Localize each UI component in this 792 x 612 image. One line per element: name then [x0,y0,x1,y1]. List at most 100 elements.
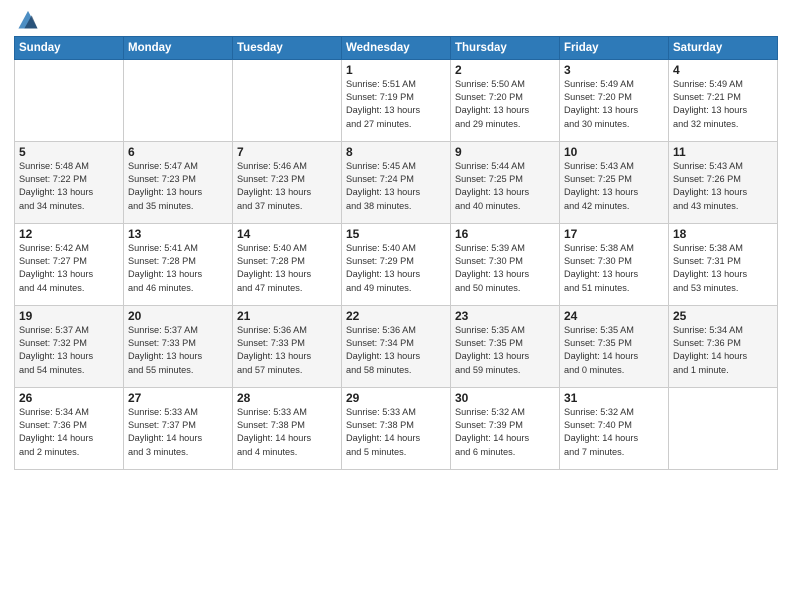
week-row-4: 19Sunrise: 5:37 AM Sunset: 7:32 PM Dayli… [15,305,778,387]
day-info: Sunrise: 5:46 AM Sunset: 7:23 PM Dayligh… [237,160,337,213]
day-number: 12 [19,227,119,241]
day-info: Sunrise: 5:38 AM Sunset: 7:31 PM Dayligh… [673,242,773,295]
day-info: Sunrise: 5:43 AM Sunset: 7:25 PM Dayligh… [564,160,664,213]
week-row-3: 12Sunrise: 5:42 AM Sunset: 7:27 PM Dayli… [15,223,778,305]
day-number: 15 [346,227,446,241]
day-info: Sunrise: 5:37 AM Sunset: 7:33 PM Dayligh… [128,324,228,377]
day-number: 6 [128,145,228,159]
calendar-cell: 20Sunrise: 5:37 AM Sunset: 7:33 PM Dayli… [124,305,233,387]
day-info: Sunrise: 5:47 AM Sunset: 7:23 PM Dayligh… [128,160,228,213]
day-info: Sunrise: 5:42 AM Sunset: 7:27 PM Dayligh… [19,242,119,295]
weekday-header-thursday: Thursday [451,36,560,59]
day-number: 10 [564,145,664,159]
calendar-cell: 19Sunrise: 5:37 AM Sunset: 7:32 PM Dayli… [15,305,124,387]
day-number: 7 [237,145,337,159]
day-number: 11 [673,145,773,159]
calendar-cell [669,387,778,469]
calendar-cell: 23Sunrise: 5:35 AM Sunset: 7:35 PM Dayli… [451,305,560,387]
day-number: 20 [128,309,228,323]
weekday-header-wednesday: Wednesday [342,36,451,59]
day-info: Sunrise: 5:36 AM Sunset: 7:34 PM Dayligh… [346,324,446,377]
day-info: Sunrise: 5:32 AM Sunset: 7:39 PM Dayligh… [455,406,555,459]
calendar-cell: 7Sunrise: 5:46 AM Sunset: 7:23 PM Daylig… [233,141,342,223]
day-number: 13 [128,227,228,241]
week-row-5: 26Sunrise: 5:34 AM Sunset: 7:36 PM Dayli… [15,387,778,469]
day-info: Sunrise: 5:35 AM Sunset: 7:35 PM Dayligh… [455,324,555,377]
calendar-cell: 1Sunrise: 5:51 AM Sunset: 7:19 PM Daylig… [342,59,451,141]
day-info: Sunrise: 5:34 AM Sunset: 7:36 PM Dayligh… [673,324,773,377]
day-number: 30 [455,391,555,405]
calendar-cell: 24Sunrise: 5:35 AM Sunset: 7:35 PM Dayli… [560,305,669,387]
calendar-cell: 27Sunrise: 5:33 AM Sunset: 7:37 PM Dayli… [124,387,233,469]
calendar-cell: 30Sunrise: 5:32 AM Sunset: 7:39 PM Dayli… [451,387,560,469]
calendar-cell: 25Sunrise: 5:34 AM Sunset: 7:36 PM Dayli… [669,305,778,387]
calendar-cell [233,59,342,141]
day-info: Sunrise: 5:34 AM Sunset: 7:36 PM Dayligh… [19,406,119,459]
day-info: Sunrise: 5:33 AM Sunset: 7:38 PM Dayligh… [237,406,337,459]
day-number: 27 [128,391,228,405]
main-container: SundayMondayTuesdayWednesdayThursdayFrid… [0,0,792,478]
day-number: 8 [346,145,446,159]
calendar-cell: 13Sunrise: 5:41 AM Sunset: 7:28 PM Dayli… [124,223,233,305]
weekday-header-monday: Monday [124,36,233,59]
day-info: Sunrise: 5:40 AM Sunset: 7:28 PM Dayligh… [237,242,337,295]
calendar-table: SundayMondayTuesdayWednesdayThursdayFrid… [14,36,778,470]
calendar-cell: 18Sunrise: 5:38 AM Sunset: 7:31 PM Dayli… [669,223,778,305]
week-row-2: 5Sunrise: 5:48 AM Sunset: 7:22 PM Daylig… [15,141,778,223]
calendar-cell: 3Sunrise: 5:49 AM Sunset: 7:20 PM Daylig… [560,59,669,141]
calendar-cell: 17Sunrise: 5:38 AM Sunset: 7:30 PM Dayli… [560,223,669,305]
calendar-cell: 8Sunrise: 5:45 AM Sunset: 7:24 PM Daylig… [342,141,451,223]
logo [14,14,39,34]
weekday-header-tuesday: Tuesday [233,36,342,59]
day-number: 25 [673,309,773,323]
day-info: Sunrise: 5:36 AM Sunset: 7:33 PM Dayligh… [237,324,337,377]
calendar-cell: 9Sunrise: 5:44 AM Sunset: 7:25 PM Daylig… [451,141,560,223]
day-number: 24 [564,309,664,323]
day-number: 4 [673,63,773,77]
day-number: 2 [455,63,555,77]
day-info: Sunrise: 5:35 AM Sunset: 7:35 PM Dayligh… [564,324,664,377]
calendar-cell: 31Sunrise: 5:32 AM Sunset: 7:40 PM Dayli… [560,387,669,469]
calendar-cell: 26Sunrise: 5:34 AM Sunset: 7:36 PM Dayli… [15,387,124,469]
day-number: 5 [19,145,119,159]
weekday-header-saturday: Saturday [669,36,778,59]
day-number: 16 [455,227,555,241]
day-info: Sunrise: 5:39 AM Sunset: 7:30 PM Dayligh… [455,242,555,295]
calendar-cell: 29Sunrise: 5:33 AM Sunset: 7:38 PM Dayli… [342,387,451,469]
calendar-cell: 16Sunrise: 5:39 AM Sunset: 7:30 PM Dayli… [451,223,560,305]
day-info: Sunrise: 5:49 AM Sunset: 7:20 PM Dayligh… [564,78,664,131]
calendar-cell: 21Sunrise: 5:36 AM Sunset: 7:33 PM Dayli… [233,305,342,387]
day-info: Sunrise: 5:41 AM Sunset: 7:28 PM Dayligh… [128,242,228,295]
calendar-cell [15,59,124,141]
calendar-cell: 10Sunrise: 5:43 AM Sunset: 7:25 PM Dayli… [560,141,669,223]
day-number: 17 [564,227,664,241]
weekday-header-friday: Friday [560,36,669,59]
day-number: 9 [455,145,555,159]
calendar-cell: 6Sunrise: 5:47 AM Sunset: 7:23 PM Daylig… [124,141,233,223]
day-info: Sunrise: 5:38 AM Sunset: 7:30 PM Dayligh… [564,242,664,295]
calendar-cell [124,59,233,141]
day-info: Sunrise: 5:49 AM Sunset: 7:21 PM Dayligh… [673,78,773,131]
day-number: 28 [237,391,337,405]
day-info: Sunrise: 5:43 AM Sunset: 7:26 PM Dayligh… [673,160,773,213]
day-info: Sunrise: 5:33 AM Sunset: 7:37 PM Dayligh… [128,406,228,459]
calendar-cell: 15Sunrise: 5:40 AM Sunset: 7:29 PM Dayli… [342,223,451,305]
day-number: 21 [237,309,337,323]
day-number: 18 [673,227,773,241]
day-info: Sunrise: 5:44 AM Sunset: 7:25 PM Dayligh… [455,160,555,213]
day-info: Sunrise: 5:33 AM Sunset: 7:38 PM Dayligh… [346,406,446,459]
calendar-cell: 5Sunrise: 5:48 AM Sunset: 7:22 PM Daylig… [15,141,124,223]
calendar-cell: 28Sunrise: 5:33 AM Sunset: 7:38 PM Dayli… [233,387,342,469]
day-number: 14 [237,227,337,241]
day-number: 23 [455,309,555,323]
calendar-cell: 14Sunrise: 5:40 AM Sunset: 7:28 PM Dayli… [233,223,342,305]
day-number: 3 [564,63,664,77]
day-number: 19 [19,309,119,323]
day-number: 26 [19,391,119,405]
day-info: Sunrise: 5:37 AM Sunset: 7:32 PM Dayligh… [19,324,119,377]
week-row-1: 1Sunrise: 5:51 AM Sunset: 7:19 PM Daylig… [15,59,778,141]
calendar-cell: 11Sunrise: 5:43 AM Sunset: 7:26 PM Dayli… [669,141,778,223]
day-info: Sunrise: 5:51 AM Sunset: 7:19 PM Dayligh… [346,78,446,131]
day-info: Sunrise: 5:48 AM Sunset: 7:22 PM Dayligh… [19,160,119,213]
day-info: Sunrise: 5:50 AM Sunset: 7:20 PM Dayligh… [455,78,555,131]
